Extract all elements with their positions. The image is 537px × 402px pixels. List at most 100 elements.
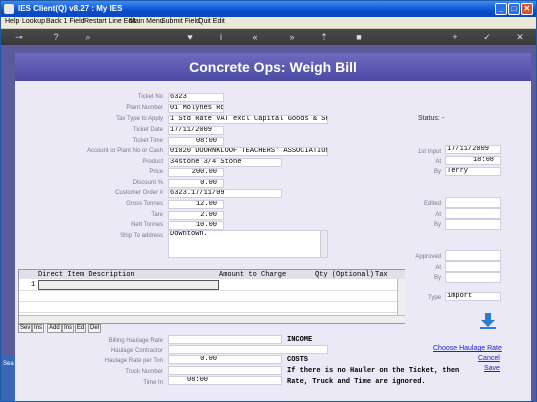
menu-lookup[interactable]: Lookup	[22, 18, 45, 25]
download-icon[interactable]	[479, 312, 497, 330]
table-row[interactable]: 1	[19, 280, 397, 291]
grid-header: Direct Item Description Amount to Charge…	[19, 270, 405, 279]
account-label: Account or Plant No or Cash	[86, 148, 163, 154]
tax-type-label: Tax Type to Apply	[116, 116, 163, 122]
description-cell[interactable]	[38, 280, 219, 290]
approved-label: Approved	[415, 254, 441, 260]
price-label: Price	[149, 169, 163, 175]
status-text: Status: -	[418, 115, 445, 122]
tab-ed[interactable]: Ed	[75, 324, 87, 333]
tab-ins[interactable]: Ins	[32, 324, 45, 333]
billing-haulage-rate-label: Billing Haulage Rate	[108, 338, 163, 344]
plant-number-label: Plant Number	[126, 105, 163, 111]
gross-tonnes-field[interactable]: 12.00	[168, 200, 224, 209]
income-label: INCOME	[287, 336, 313, 344]
first-input-at-label: At	[435, 159, 441, 165]
close-button[interactable]: ✕	[521, 3, 533, 15]
choose-haulage-rate-link[interactable]: Choose Haulage Rate	[433, 345, 502, 352]
title-bar: IES Client(Q) v8.27 : My IES _ □ ✕	[1, 1, 536, 17]
menu-back-1-field[interactable]: Back 1 Field	[46, 18, 85, 25]
price-field[interactable]: 200.00	[168, 168, 224, 177]
product-label: Product	[142, 159, 163, 165]
app-icon	[4, 4, 14, 14]
ticket-date-field[interactable]: 17/11/2009	[168, 126, 224, 135]
tab-ins-2[interactable]: Ins	[62, 324, 75, 333]
ship-to-textarea[interactable]: Downtown.	[168, 230, 328, 258]
edited-by-label: By	[433, 222, 441, 228]
tab-add[interactable]: Add	[47, 324, 62, 333]
discount-field[interactable]: 0.00	[168, 179, 224, 188]
ship-to-label: Ship To address	[120, 233, 163, 239]
haulage-rate-per-ton-label: Haulage Rate per Ton	[104, 358, 163, 364]
direct-items-grid: Direct Item Description Amount to Charge…	[18, 269, 405, 324]
tare-field[interactable]: 2.00	[168, 211, 224, 220]
ticket-no-label: Ticket No	[137, 94, 163, 100]
fast-forward-icon[interactable]: »	[286, 31, 298, 43]
type-field: import	[445, 292, 501, 301]
grid-horizontal-scrollbar[interactable]	[19, 315, 405, 323]
hauler-note-line2: Rate, Truck and Time are ignored.	[287, 378, 426, 386]
menu-main-menu[interactable]: Main Menu	[129, 18, 164, 25]
check-icon[interactable]: ✓	[481, 31, 493, 43]
billing-haulage-rate-field[interactable]	[168, 335, 282, 344]
rewind-icon[interactable]: «	[249, 31, 261, 43]
tab-del[interactable]: Del	[88, 324, 102, 333]
ticket-time-field[interactable]: 08:00	[168, 137, 224, 146]
hauler-note-line1: If there is no Hauler on the Ticket, the…	[287, 367, 460, 375]
ticket-date-label: Ticket Date	[132, 127, 163, 133]
ticket-no-field[interactable]: 6323	[168, 93, 224, 102]
truck-number-field[interactable]	[168, 366, 282, 375]
stop-icon[interactable]: ■	[353, 31, 365, 43]
customer-order-field[interactable]: 6323.17/11/09	[168, 189, 282, 198]
approved-field	[445, 250, 501, 261]
nett-tonnes-label: Nett Tonnes	[131, 222, 163, 228]
edited-field	[445, 197, 501, 208]
heart-icon[interactable]: ♥	[184, 31, 196, 43]
menu-submit-field[interactable]: Submit Field	[161, 18, 200, 25]
col-qty-header: Qty (Optional)	[315, 271, 374, 279]
time-in-label: Time In	[143, 380, 163, 386]
edited-at-field	[445, 208, 501, 219]
first-input-label: 1st Input	[417, 149, 441, 155]
add-icon[interactable]: +	[449, 31, 461, 43]
table-row[interactable]	[19, 302, 397, 313]
account-field[interactable]: 01020 DOORNKLOOF TEACHERS' ASSOCIATION	[168, 147, 328, 156]
application-window: IES Client(Q) v8.27 : My IES _ □ ✕ Help …	[0, 0, 537, 402]
time-in-field[interactable]: 08:00	[168, 376, 282, 385]
menu-quit-edit[interactable]: Quit Edit	[198, 18, 225, 25]
help-icon[interactable]: ?	[50, 31, 62, 43]
search-icon[interactable]: ⌕	[82, 31, 94, 43]
grid-vertical-scrollbar[interactable]	[397, 279, 405, 315]
edited-label: Edited	[423, 201, 441, 207]
table-row[interactable]	[19, 291, 397, 302]
first-input-by-label: By	[433, 169, 441, 175]
window-title: IES Client(Q) v8.27 : My IES	[18, 4, 123, 13]
product-field[interactable]: 34stone 3/4 Stone	[168, 158, 282, 167]
upload-icon[interactable]: ⇡	[318, 31, 330, 43]
discount-label: Discount %	[132, 180, 163, 186]
haulage-contractor-field[interactable]	[168, 345, 328, 354]
col-tax-header: Tax	[375, 271, 388, 279]
minimize-button[interactable]: _	[495, 3, 507, 15]
col-amount-header: Amount to Charge	[219, 271, 287, 279]
ship-to-scrollbar[interactable]	[320, 231, 327, 257]
info-icon[interactable]: i	[215, 31, 227, 43]
plant-number-field[interactable]: 01 Molynes Rd	[168, 104, 224, 113]
first-input-at-field: 18:08	[445, 156, 501, 165]
col-description-header: Direct Item Description	[38, 271, 135, 279]
menu-help[interactable]: Help	[5, 18, 19, 25]
tare-label: Tare	[151, 212, 163, 218]
gross-tonnes-label: Gross Tonnes	[126, 201, 163, 207]
nett-tonnes-field[interactable]: 10.00	[168, 221, 224, 230]
key-icon[interactable]: ⊸	[9, 31, 29, 43]
save-link[interactable]: Save	[484, 365, 500, 372]
tab-sev[interactable]: Sev	[18, 324, 33, 333]
toolbar: ⊸ ? ⌕ ♥ i « » ⇡ ■ + ✓ ✕	[1, 29, 536, 45]
menu-bar: Help Lookup Back 1 Field Restart Line Ed…	[1, 17, 536, 29]
menu-restart-line-edit[interactable]: Restart Line Edit	[84, 18, 136, 25]
close-icon[interactable]: ✕	[514, 31, 526, 43]
tax-type-field[interactable]: 1 Std Rate VAT excl Capital Goods & Serv…	[168, 115, 328, 124]
haulage-rate-per-ton-field[interactable]: 0.00	[168, 355, 282, 364]
cancel-link[interactable]: Cancel	[478, 355, 500, 362]
maximize-button[interactable]: □	[508, 3, 520, 15]
